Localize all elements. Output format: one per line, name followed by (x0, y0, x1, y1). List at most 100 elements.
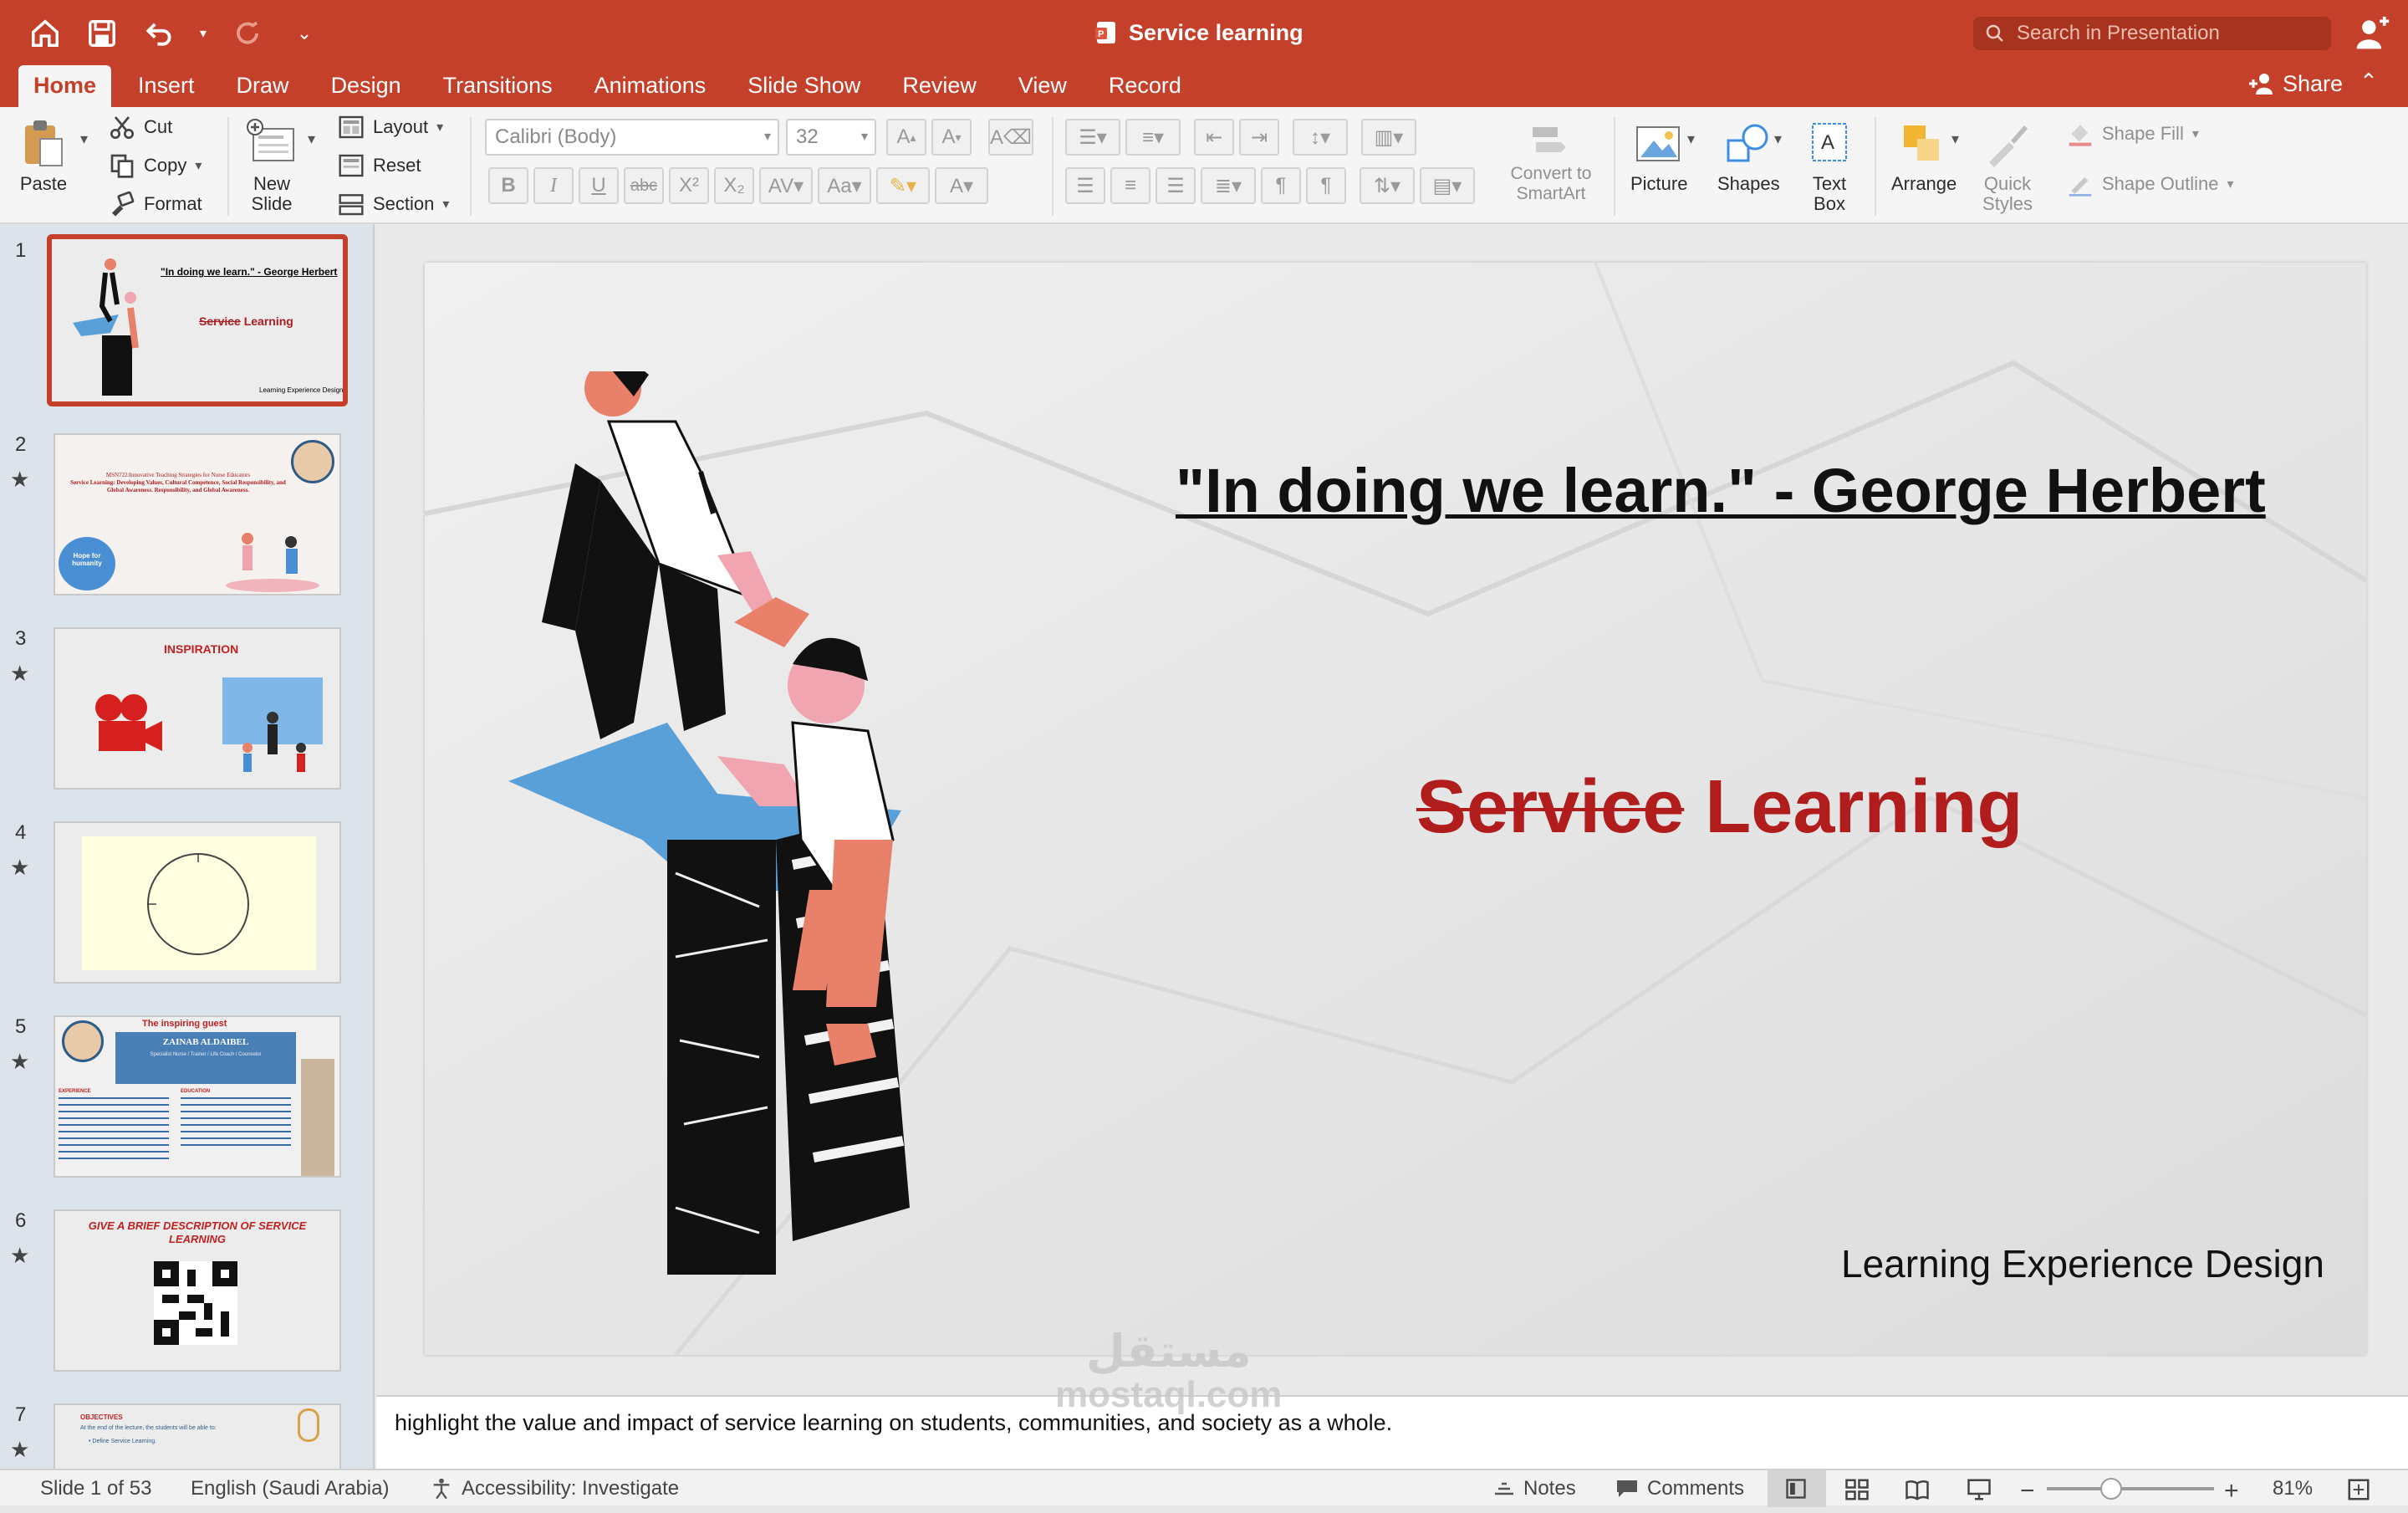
shapes-button[interactable]: Shapes (1717, 117, 1780, 194)
paste-button[interactable]: Paste (17, 117, 70, 194)
align-text-icon[interactable]: ▤▾ (1420, 167, 1475, 204)
subscript-button[interactable]: X₂ (714, 167, 754, 204)
normal-view-button[interactable] (1768, 1470, 1826, 1507)
shapes-chevron-icon[interactable]: ▾ (1774, 130, 1782, 148)
font-name-value: Calibri (Body) (495, 125, 617, 148)
home-icon[interactable] (27, 15, 64, 52)
language-indicator[interactable]: English (Saudi Arabia) (191, 1477, 389, 1500)
accessibility-button[interactable]: Accessibility: Investigate (430, 1477, 679, 1500)
decrease-font-size-button[interactable]: A ▾ (931, 119, 972, 156)
slide-thumbnail-7[interactable]: OBJECTIVES At the end of the lecture, th… (54, 1403, 341, 1469)
arrange-button[interactable]: Arrange (1891, 117, 1956, 194)
slide-sorter-icon[interactable] (1844, 1477, 1870, 1502)
chevron-down-icon[interactable]: ▾ (197, 15, 209, 52)
right-to-left-icon[interactable]: ¶ (1306, 167, 1346, 204)
slide-thumbnail-5[interactable]: The inspiring guest ZAINAB ALDAIBEL Spec… (54, 1015, 341, 1178)
highlight-icon[interactable]: ✎▾ (876, 167, 930, 204)
arrange-chevron-icon[interactable]: ▾ (1951, 130, 1959, 148)
decrease-indent-icon[interactable]: ⇤ (1194, 119, 1234, 156)
text-direction-icon[interactable]: ⇅▾ (1360, 167, 1415, 204)
watermark-latin: mostaql.com (1055, 1374, 1283, 1415)
increase-font-size-button[interactable]: A ▴ (886, 119, 926, 156)
new-slide-button[interactable]: New Slide (242, 117, 301, 214)
zoom-level[interactable]: 81% (2273, 1477, 2313, 1500)
notes-button[interactable]: Notes (1493, 1477, 1576, 1500)
collapse-ribbon-icon[interactable]: ⌃ (2360, 69, 2378, 95)
slide-footer-text[interactable]: Learning Experience Design (1841, 1241, 2324, 1286)
tab-review[interactable]: Review (887, 65, 992, 107)
customize-toolbar-icon[interactable]: ⌄ (286, 15, 323, 52)
tab-view[interactable]: View (1003, 65, 1082, 107)
format-painter-button[interactable]: Format (109, 191, 202, 217)
user-account-icon[interactable] (2354, 15, 2390, 52)
columns-icon[interactable]: ▥▾ (1361, 119, 1416, 156)
current-slide[interactable]: "In doing we learn." - George Herbert Se… (425, 263, 2366, 1355)
layout-button[interactable]: Layout ▾ (338, 114, 443, 141)
undo-icon[interactable] (140, 15, 177, 52)
quick-styles-button[interactable]: Quick Styles (1978, 117, 2037, 214)
font-size-select[interactable]: 32 ▾ (786, 119, 876, 156)
tab-draw[interactable]: Draw (222, 65, 304, 107)
text-box-button[interactable]: A Text Box (1803, 117, 1856, 214)
tab-home[interactable]: Home (18, 65, 112, 107)
search-input[interactable] (2017, 22, 2318, 45)
tab-animations[interactable]: Animations (579, 65, 722, 107)
clear-formatting-icon[interactable]: A⌫ (988, 119, 1033, 156)
tab-slide-show[interactable]: Slide Show (732, 65, 875, 107)
picture-chevron-icon[interactable]: ▾ (1687, 130, 1695, 148)
tab-transitions[interactable]: Transitions (428, 65, 568, 107)
speaker-notes-pane[interactable]: highlight the value and impact of servic… (376, 1395, 2408, 1469)
slide-thumbnail-3[interactable]: INSPIRATION (54, 627, 341, 790)
zoom-out-button[interactable]: − (2020, 1477, 2035, 1505)
save-icon[interactable] (84, 15, 120, 52)
slide-thumbnail-6[interactable]: GIVE A BRIEF DESCRIPTION OF SERVICE LEAR… (54, 1209, 341, 1372)
font-name-select[interactable]: Calibri (Body) ▾ (485, 119, 779, 156)
align-center-icon[interactable]: ≡ (1110, 167, 1150, 204)
tab-record[interactable]: Record (1094, 65, 1196, 107)
comments-button[interactable]: Comments (1615, 1477, 1744, 1500)
bold-button[interactable]: B (488, 167, 528, 204)
search-box[interactable] (1973, 17, 2331, 50)
slide-thumbnails-panel[interactable]: 1 "In doing we learn." - George Herbert … (0, 224, 375, 1469)
picture-button[interactable]: Picture (1630, 117, 1687, 194)
section-button[interactable]: Section ▾ (338, 191, 449, 217)
underline-button[interactable]: U (579, 167, 619, 204)
font-color-icon[interactable]: A▾ (935, 167, 988, 204)
shape-outline-button[interactable]: Shape Outline ▾ (2067, 171, 2233, 197)
shape-fill-button[interactable]: Shape Fill ▾ (2067, 120, 2199, 147)
slide-quote[interactable]: "In doing we learn." - George Herbert (1176, 455, 2266, 526)
tab-insert[interactable]: Insert (123, 65, 210, 107)
align-left-icon[interactable]: ☰ (1065, 167, 1105, 204)
slide-thumbnail-2[interactable]: MSN722:Innovative Teaching Strategies fo… (54, 433, 341, 595)
zoom-in-button[interactable]: + (2224, 1477, 2239, 1505)
numbering-icon[interactable]: ≡▾ (1125, 119, 1181, 156)
reset-button[interactable]: Reset (338, 152, 421, 179)
slide-thumbnail-1[interactable]: "In doing we learn." - George Herbert Se… (47, 234, 348, 406)
increase-indent-icon[interactable]: ⇥ (1239, 119, 1279, 156)
reading-view-icon[interactable] (1905, 1477, 1930, 1502)
tab-design[interactable]: Design (316, 65, 416, 107)
justify-icon[interactable]: ≣▾ (1201, 167, 1256, 204)
slide-thumbnail-4[interactable] (54, 821, 341, 984)
share-button[interactable]: Share (2247, 67, 2343, 100)
align-right-icon[interactable]: ☰ (1156, 167, 1196, 204)
bullets-icon[interactable]: ☰▾ (1065, 119, 1120, 156)
zoom-slider-track[interactable] (2047, 1487, 2214, 1490)
convert-to-smartart-button[interactable]: Convert to SmartArt (1505, 120, 1597, 204)
fit-to-window-icon[interactable] (2346, 1477, 2371, 1502)
new-slide-chevron-icon[interactable]: ▾ (308, 130, 315, 148)
change-case-button[interactable]: Aa▾ (818, 167, 871, 204)
paste-options-chevron-icon[interactable]: ▾ (80, 130, 88, 148)
zoom-slider-handle[interactable] (2100, 1478, 2122, 1500)
left-to-right-icon[interactable]: ¶ (1261, 167, 1301, 204)
cut-button[interactable]: Cut (109, 114, 172, 141)
copy-button[interactable]: Copy ▾ (109, 152, 202, 179)
character-spacing-button[interactable]: AV▾ (759, 167, 813, 204)
line-spacing-icon[interactable]: ↕▾ (1293, 119, 1348, 156)
redo-icon[interactable] (229, 15, 266, 52)
superscript-button[interactable]: X² (669, 167, 709, 204)
strikethrough-button[interactable]: abc (624, 167, 664, 204)
slide-title[interactable]: Service Learning (1416, 764, 2023, 851)
italic-button[interactable]: I (533, 167, 574, 204)
slide-show-icon[interactable] (1967, 1477, 1992, 1502)
